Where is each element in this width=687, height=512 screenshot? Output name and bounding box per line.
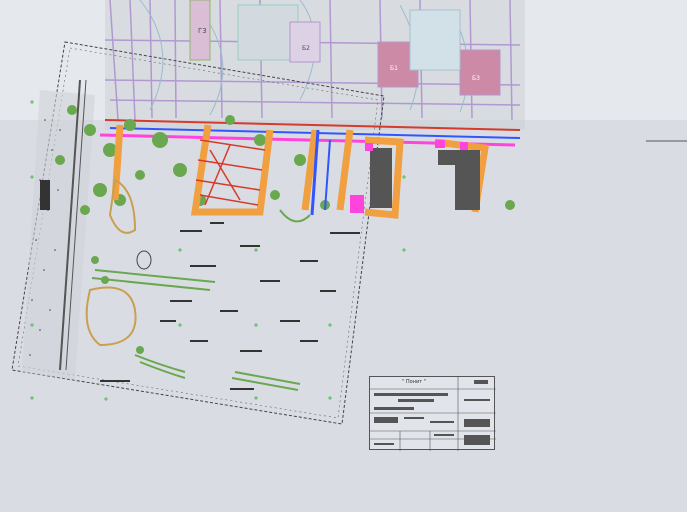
- block-label-b-left: Б2: [302, 45, 310, 52]
- block-label-g3: Г3: [198, 27, 207, 35]
- block-label-b-mid: Б1: [390, 65, 398, 72]
- title-block-grid: [370, 377, 496, 451]
- drawing-canvas[interactable]: Г3 Б2 Б1 Б3: [0, 0, 687, 512]
- block-label-b-right: Б3: [472, 75, 480, 82]
- title-block[interactable]: " Понит ": [369, 376, 496, 451]
- existing-development: Г3 Б2 Б1 Б3: [104, 0, 525, 130]
